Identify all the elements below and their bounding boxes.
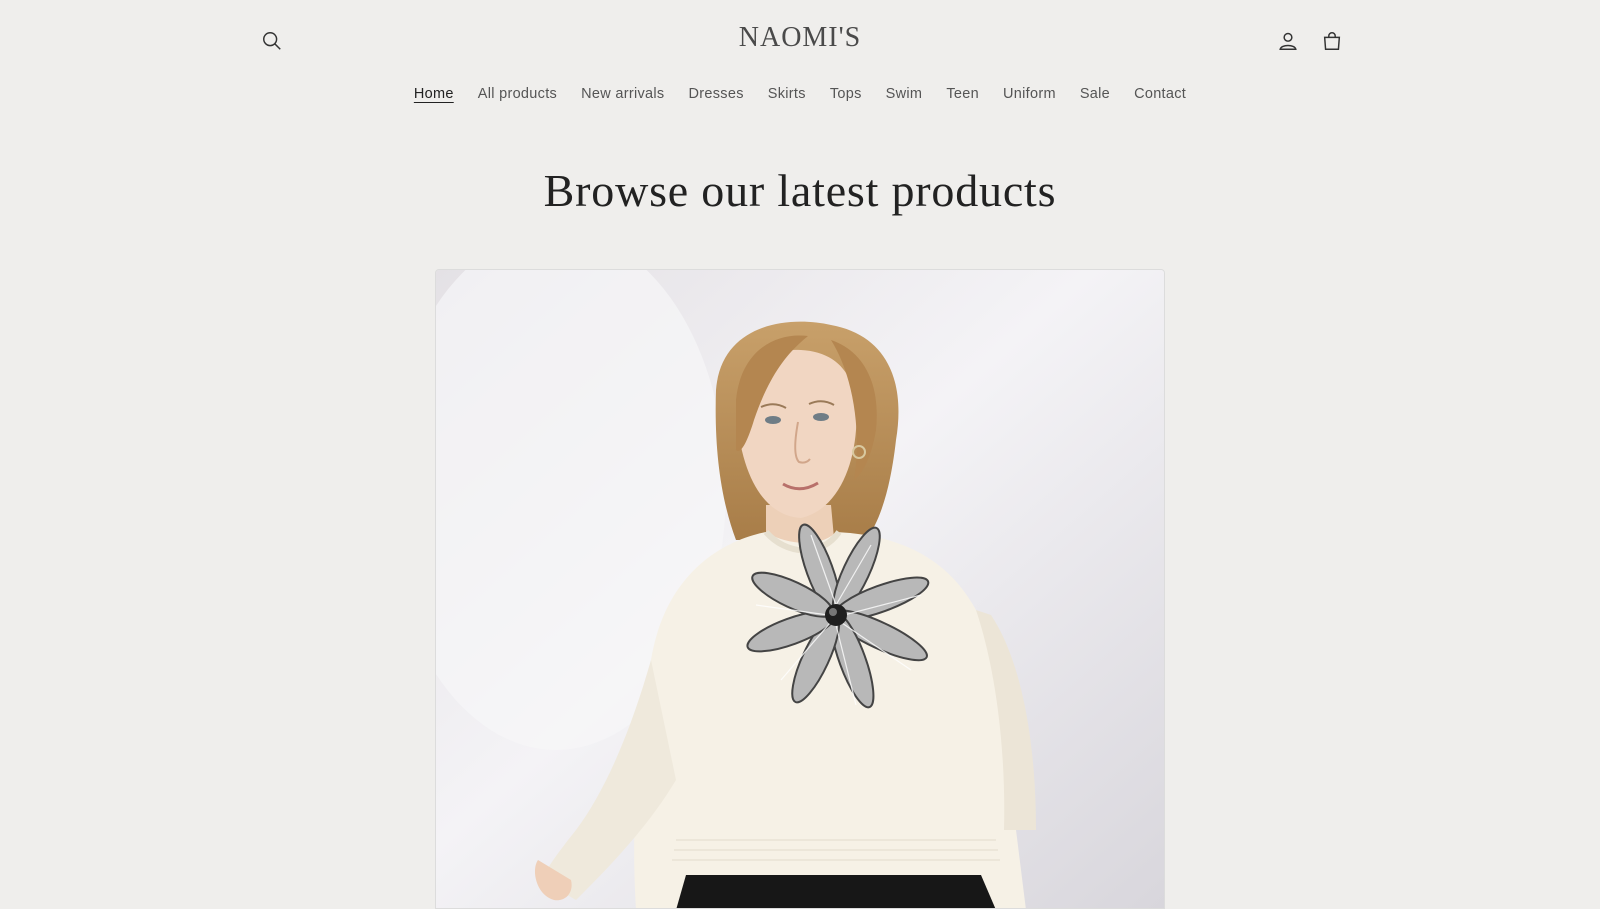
nav-item-sale[interactable]: Sale [1080,84,1110,104]
cart-icon [1323,32,1341,50]
nav-item-new-arrivals[interactable]: New arrivals [581,84,664,104]
account-button[interactable] [1268,21,1308,61]
main-nav: Home All products New arrivals Dresses S… [0,84,1600,104]
nav-item-dresses[interactable]: Dresses [688,84,743,104]
product-image [436,270,1164,908]
nav-item-teen[interactable]: Teen [946,84,979,104]
nav-item-uniform[interactable]: Uniform [1003,84,1056,104]
nav-item-tops[interactable]: Tops [830,84,862,104]
nav-item-skirts[interactable]: Skirts [768,84,806,104]
nav-item-home[interactable]: Home [414,84,454,104]
cart-button[interactable] [1312,21,1352,61]
store-logo[interactable]: NAOMI'S [0,22,1600,54]
nav-item-contact[interactable]: Contact [1134,84,1186,104]
section-heading: Browse our latest products [543,165,1057,216]
nav-item-swim[interactable]: Swim [886,84,923,104]
site-header: NAOMI'S [0,0,1600,84]
nav-item-all-products[interactable]: All products [478,84,557,104]
product-card[interactable] [435,269,1165,909]
account-icon [1279,32,1297,50]
